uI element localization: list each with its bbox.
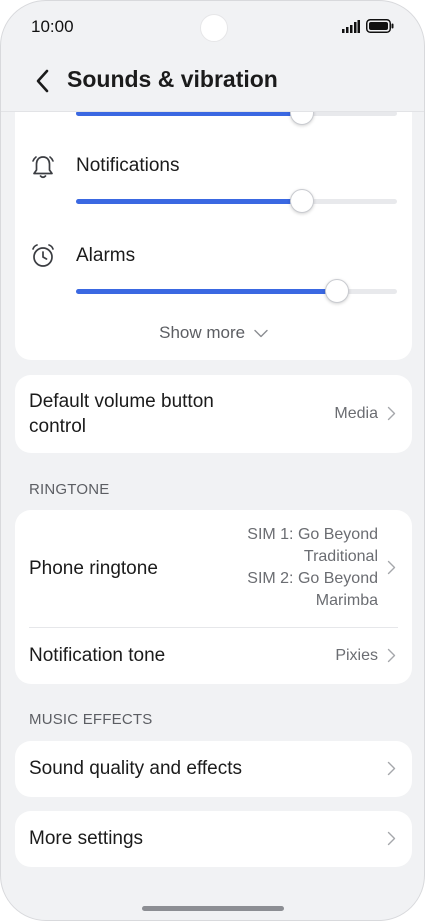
volume-row-alarms: Alarms xyxy=(15,239,412,329)
system-icons xyxy=(342,19,394,38)
section-title-ringtone: RINGTONE xyxy=(29,481,110,498)
more-settings-card: More settings xyxy=(15,811,412,867)
phone-ringtone-row[interactable]: Phone ringtone SIM 1: Go Beyond Traditio… xyxy=(15,510,412,627)
battery-icon xyxy=(366,19,394,38)
ringtone-card: Phone ringtone SIM 1: Go Beyond Traditio… xyxy=(15,510,412,684)
chevron-right-icon xyxy=(387,831,396,846)
phone-ringtone-label: Phone ringtone xyxy=(29,558,158,579)
notification-tone-value: Pixies xyxy=(335,647,378,664)
alarms-volume-slider[interactable] xyxy=(76,279,397,303)
sim1-ringtone-line1: SIM 1: Go Beyond xyxy=(247,526,378,543)
sound-quality-label: Sound quality and effects xyxy=(29,758,243,779)
sim2-ringtone-line1: SIM 2: Go Beyond xyxy=(247,570,378,587)
slider-thumb[interactable] xyxy=(289,189,314,213)
sim2-ringtone-line2: Marimba xyxy=(315,592,378,609)
bell-icon xyxy=(29,153,57,181)
slider-thumb[interactable] xyxy=(325,279,349,303)
default-volume-row[interactable]: Default volume button control Media xyxy=(15,375,412,453)
sound-quality-row[interactable]: Sound quality and effects xyxy=(15,741,412,797)
sound-quality-card: Sound quality and effects xyxy=(15,741,412,797)
more-settings-label: More settings xyxy=(29,828,144,849)
signal-icon xyxy=(342,19,360,38)
alarm-clock-icon xyxy=(29,242,57,270)
home-indicator[interactable] xyxy=(142,906,284,911)
back-button[interactable] xyxy=(31,67,53,95)
show-more-button[interactable]: Show more xyxy=(15,323,412,343)
status-time: 10:00 xyxy=(31,17,74,36)
notifications-volume-label: Notifications xyxy=(76,155,180,176)
notifications-volume-slider[interactable] xyxy=(76,189,397,213)
chevron-right-icon xyxy=(387,648,396,663)
chevron-right-icon xyxy=(387,761,396,776)
chevron-left-icon xyxy=(36,69,49,93)
app-header: Sounds & vibration xyxy=(1,53,424,112)
more-settings-row[interactable]: More settings xyxy=(15,811,412,867)
slider-fill xyxy=(76,289,336,294)
volume-card: Notifications Alarms Show more xyxy=(15,111,412,360)
slider-fill xyxy=(76,199,301,204)
settings-content[interactable]: Notifications Alarms Show more Default v… xyxy=(1,111,424,920)
notification-tone-row[interactable]: Notification tone Pixies xyxy=(15,628,412,684)
volume-row-notifications: Notifications xyxy=(15,149,412,239)
phone-ringtone-values: SIM 1: Go Beyond Traditional SIM 2: Go B… xyxy=(247,524,378,612)
chevron-right-icon xyxy=(387,560,396,575)
status-bar: 10:00 xyxy=(1,1,424,53)
notification-tone-label: Notification tone xyxy=(29,645,166,666)
phone-screen: 10:00 Sounds & vibration Notifications A… xyxy=(0,0,425,921)
show-more-label: Show more xyxy=(159,323,246,342)
chevron-down-icon xyxy=(254,329,268,338)
default-volume-value: Media xyxy=(334,405,378,422)
default-volume-card: Default volume button control Media xyxy=(15,375,412,453)
default-volume-label: Default volume button control xyxy=(29,391,214,437)
page-title: Sounds & vibration xyxy=(67,66,278,92)
alarms-volume-label: Alarms xyxy=(76,245,136,266)
chevron-right-icon xyxy=(387,406,396,421)
sim1-ringtone-line2: Traditional xyxy=(303,548,378,565)
front-camera xyxy=(200,14,228,42)
section-title-music-effects: MUSIC EFFECTS xyxy=(29,711,153,728)
slider-thumb[interactable] xyxy=(289,111,314,125)
